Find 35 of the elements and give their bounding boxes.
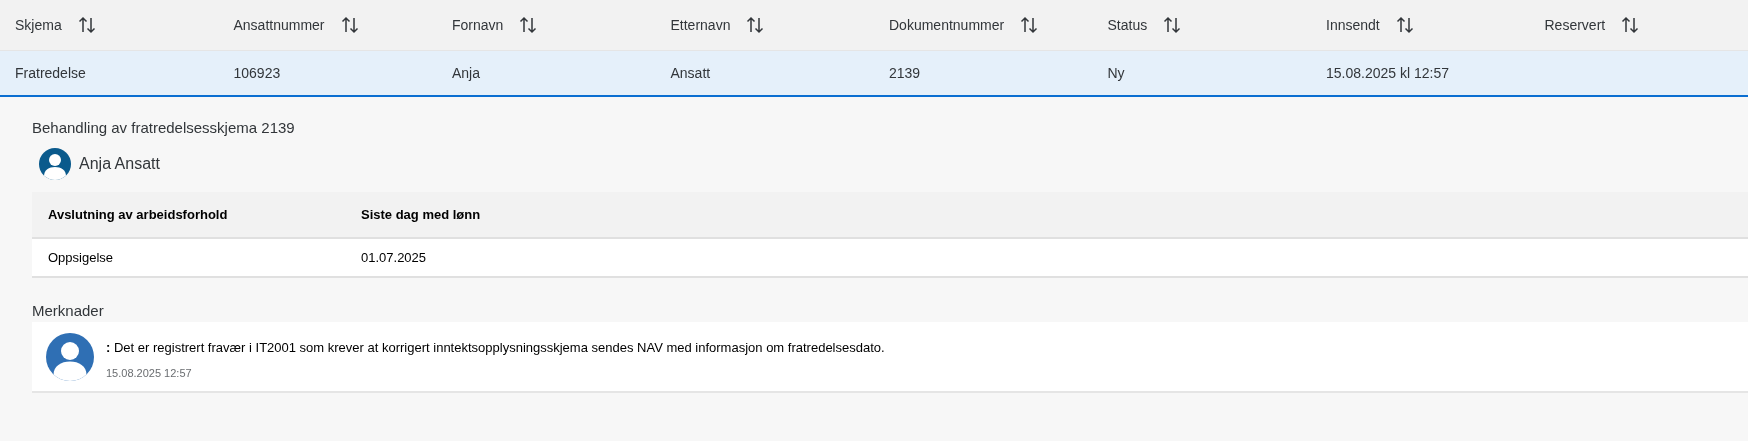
column-header[interactable]: Etternavn <box>670 17 731 33</box>
column-header[interactable]: Reservert <box>1544 17 1606 33</box>
table-cell: 01.07.2025 <box>361 250 427 265</box>
sort-icon[interactable] <box>1395 16 1414 34</box>
avatar-icon <box>46 333 94 381</box>
sort-icon[interactable] <box>77 16 96 34</box>
avatar-icon <box>39 148 71 180</box>
column-header[interactable]: Status <box>1107 17 1148 33</box>
sort-icon[interactable] <box>1621 16 1640 34</box>
sort-icon[interactable] <box>1163 16 1182 34</box>
comment-text: : Det er registrert fravær i IT2001 som krever at korrigert inntektsopplysningsskjema sendes NAV med informasjon om fratredelsesdato. <box>106 340 885 355</box>
column-header: Avslutning av arbeidsforhold <box>48 207 228 222</box>
table-cell: 106923 <box>233 65 281 81</box>
section-title: Behandling av fratredelsesskjema 2139 <box>32 119 295 136</box>
column-header[interactable]: Dokumentnummer <box>889 17 1005 33</box>
table-cell: Oppsigelse <box>48 250 114 265</box>
sort-icon[interactable] <box>519 16 538 34</box>
column-header[interactable]: Skjema <box>15 17 62 33</box>
column-header[interactable]: Ansattnummer <box>233 17 325 33</box>
column-header[interactable]: Fornavn <box>452 17 504 33</box>
comment-time: 15.08.2025 12:57 <box>106 367 192 379</box>
table-cell: Fratredelse <box>15 65 86 81</box>
sort-icon[interactable] <box>746 16 765 34</box>
sort-icon[interactable] <box>1020 16 1039 34</box>
person-name: Anja Ansatt <box>79 155 160 173</box>
table-cell: 2139 <box>889 65 921 81</box>
table-cell: Ny <box>1107 65 1125 81</box>
sort-icon[interactable] <box>340 16 359 34</box>
column-header[interactable]: Innsendt <box>1326 17 1380 33</box>
section-title: Merknader <box>32 302 104 319</box>
table-cell: Anja <box>452 65 481 81</box>
table-cell: Ansatt <box>670 65 711 81</box>
column-header: Siste dag med lønn <box>361 207 481 222</box>
table-cell: 15.08.2025 kl 12:57 <box>1326 65 1449 81</box>
table-row[interactable]: Fratredelse 106923 Anja Ansatt 2139 Ny 15.08.2025 kl 12:57 <box>0 51 1748 97</box>
